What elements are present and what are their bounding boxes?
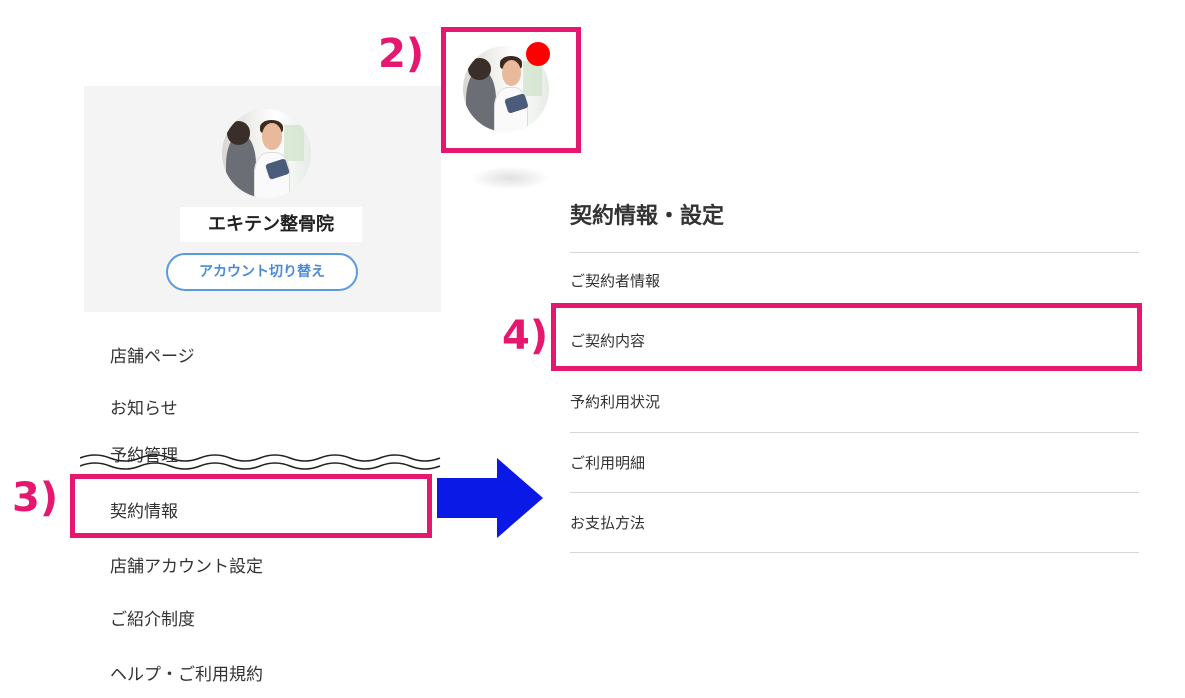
sidebar-item-store-page[interactable]: 店舗ページ: [110, 342, 195, 367]
divider: [570, 252, 1139, 253]
switch-account-button[interactable]: アカウント切り替え: [166, 253, 358, 291]
menu-item-reservation-usage[interactable]: 予約利用状況: [570, 391, 660, 412]
menu-item-payment-method[interactable]: お支払方法: [570, 512, 645, 533]
menu-item-usage-statement[interactable]: ご利用明細: [570, 452, 645, 473]
sidebar-item-account-settings[interactable]: 店舗アカウント設定: [110, 552, 263, 577]
profile-avatar: [222, 109, 311, 198]
sidebar-item-help[interactable]: ヘルプ・ご利用規約: [110, 660, 263, 685]
divider: [570, 492, 1139, 493]
wavy-break-lines: [80, 454, 441, 470]
shop-name: エキテン整骨院: [180, 207, 362, 242]
menu-item-contractor-info[interactable]: ご契約者情報: [570, 270, 660, 291]
avatar-shadow: [470, 166, 550, 190]
divider: [570, 432, 1139, 433]
arrow-right-icon: [437, 458, 543, 538]
step-label-2: 2): [378, 31, 425, 77]
step-label-4: 4): [502, 313, 549, 359]
step-label-3: 3): [12, 475, 59, 521]
page-title: 契約情報・設定: [570, 204, 725, 229]
divider: [570, 552, 1139, 553]
menu-item-contract-details[interactable]: ご契約内容: [570, 330, 645, 351]
notification-dot-icon: [526, 42, 550, 66]
sidebar-item-referral[interactable]: ご紹介制度: [110, 605, 195, 630]
sidebar-item-contract[interactable]: 契約情報: [110, 497, 178, 522]
sidebar-item-news[interactable]: お知らせ: [110, 394, 178, 419]
